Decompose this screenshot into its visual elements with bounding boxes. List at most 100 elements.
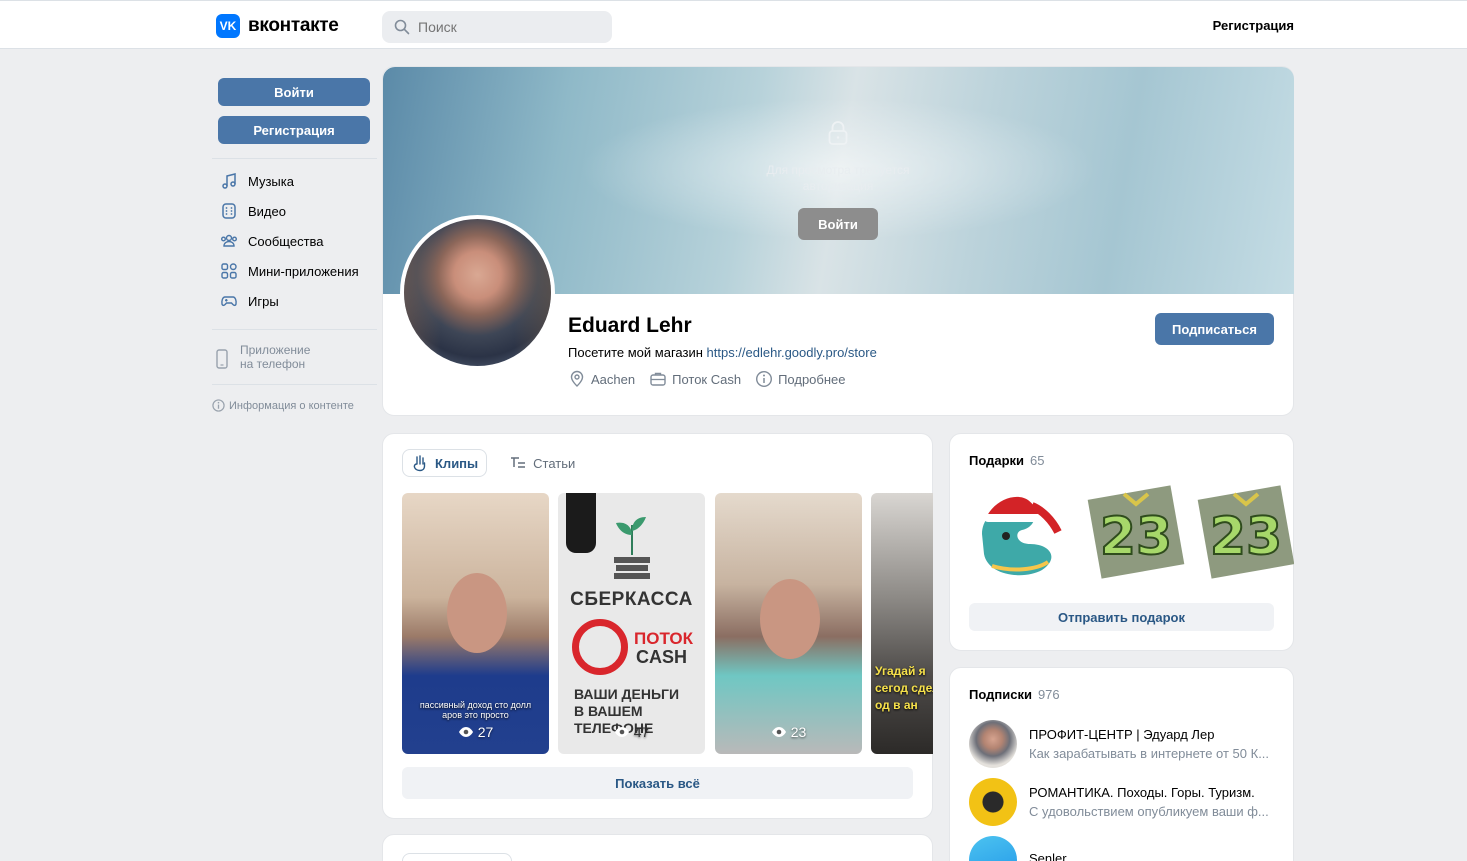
games-icon [221, 296, 237, 307]
clip-tagline-line: В ВАШЕМ [574, 703, 643, 719]
work-label: Поток Cash [672, 371, 742, 387]
wall-card [382, 834, 933, 861]
music-icon [222, 173, 236, 189]
number-23-gift-icon: 23 [1087, 485, 1185, 579]
subscribe-button[interactable]: Подписаться [1155, 313, 1274, 345]
avatar-bg [404, 219, 551, 366]
status-text: Посетите мой магазин [568, 345, 703, 360]
subscription-name: РОМАНТИКА. Походы. Горы. Туризм. [1029, 785, 1255, 800]
clip-item[interactable]: СБЕРКАССА ПОТОК CASH ВАШИ ДЕНЬГИ В ВАШЕМ… [558, 493, 705, 754]
clip-brand-text: СБЕРКАССА [570, 589, 693, 610]
profile-avatar[interactable] [400, 215, 555, 370]
gift-item[interactable] [972, 484, 1072, 580]
phone-app-line2: на телефон [240, 357, 306, 371]
vk-logo-text: вконтакте [248, 15, 339, 36]
mini-apps-icon [221, 263, 237, 279]
subscription-desc: Как зарабатывать в интернете от 50 К... [1029, 746, 1270, 761]
clip-views: 27 [402, 724, 549, 740]
sidebar-register-button[interactable]: Регистрация [218, 116, 370, 144]
clip-item[interactable]: 23 [715, 493, 862, 754]
location-label: Aachen [591, 371, 636, 387]
eye-icon [458, 727, 473, 737]
vk-logo-icon: VK [216, 14, 240, 38]
subscriptions-title: Подписки [969, 687, 1032, 702]
clip-caption: Угадай я сегод сделав од в ан [875, 664, 933, 712]
gift-item[interactable]: 23 [1196, 484, 1294, 580]
communities-icon [221, 234, 237, 247]
left-sidebar: Войти Регистрация Музыка Видео Сообществ… [212, 78, 377, 412]
more-info-item[interactable]: Подробнее [755, 370, 846, 388]
subscription-avatar [969, 778, 1017, 826]
cover-login-button[interactable]: Войти [798, 208, 878, 240]
content-info-label: Информация о контенте [229, 399, 354, 412]
clip-thumbnail-person [760, 579, 820, 659]
phone-app-line1: Приложение [240, 343, 311, 357]
profile-status: Посетите мой магазин https://edlehr.good… [568, 345, 877, 360]
gifts-header[interactable]: Подарки 65 [969, 453, 1045, 468]
subscription-item[interactable]: РОМАНТИКА. Походы. Горы. Туризм. С удово… [969, 778, 1274, 826]
vk-logo[interactable]: VK вконтакте [216, 14, 339, 38]
subscriptions-header[interactable]: Подписки 976 [969, 687, 1060, 702]
sidebar-item-label: Музыка [248, 173, 294, 189]
search-box[interactable] [382, 11, 612, 43]
clip-logo-circle [572, 619, 628, 675]
show-all-clips-button[interactable]: Показать всё [402, 767, 913, 799]
subscription-name: Senler [1029, 850, 1067, 861]
gift-item[interactable]: 23 [1086, 484, 1186, 580]
subscription-item[interactable]: Senler [969, 836, 1274, 861]
sidebar-item-video[interactable]: Видео [212, 196, 377, 226]
lock-icon [828, 121, 848, 145]
tab-clips[interactable]: Клипы [402, 449, 488, 477]
sidebar-item-games[interactable]: Игры [212, 286, 377, 316]
send-gift-button[interactable]: Отправить подарок [969, 603, 1274, 631]
wall-tab[interactable] [402, 853, 512, 861]
snake-gift-icon [982, 496, 1068, 576]
subscription-avatar [969, 836, 1017, 861]
search-input[interactable] [418, 19, 588, 35]
video-icon [222, 203, 236, 219]
briefcase-icon [650, 372, 666, 386]
clips-carousel: пассивный доход сто долл аров это просто… [402, 493, 933, 754]
eye-icon [614, 727, 629, 737]
clips-icon [413, 455, 426, 472]
phone-icon [216, 349, 228, 369]
work-item[interactable]: Поток Cash [649, 370, 741, 388]
lock-text: Для просмотра требуется авторизация [766, 163, 910, 193]
location-item: Aachen [568, 370, 635, 388]
sidebar-item-label: Сообщества [248, 233, 324, 249]
header-register-link[interactable]: Регистрация [1200, 18, 1294, 33]
sidebar-item-mini-apps[interactable]: Мини-приложения [212, 256, 377, 286]
subscription-desc: С удовольствием опубликуем ваши ф... [1029, 804, 1269, 819]
content-tabs: Клипы Статьи [402, 449, 583, 477]
clip-potok-text: ПОТОК [634, 629, 694, 648]
clip-phone-camera [566, 493, 596, 553]
sidebar-login-button[interactable]: Войти [218, 78, 370, 106]
clip-views-count: 47 [633, 724, 650, 740]
sidebar-menu: Музыка Видео Сообщества Мини-приложения … [212, 159, 377, 316]
subscriptions-count: 976 [1037, 687, 1060, 702]
gifts-count: 65 [1030, 453, 1045, 468]
more-info-label: Подробнее [778, 371, 846, 387]
sidebar-divider [212, 329, 377, 330]
sidebar-item-communities[interactable]: Сообщества [212, 226, 377, 256]
clip-item[interactable]: пассивный доход сто долл аров это просто… [402, 493, 549, 754]
phone-app-link[interactable]: Приложение на телефон [212, 343, 377, 371]
sidebar-item-label: Мини-приложения [248, 263, 359, 279]
plant-icon [614, 517, 650, 579]
cover-lock-overlay: Для просмотра требуется авторизация [750, 120, 926, 194]
clip-cash-text: CASH [636, 647, 688, 667]
sidebar-divider [212, 384, 377, 385]
content-info-link[interactable]: Информация о контенте [212, 399, 377, 412]
top-header: VK вконтакте Регистрация [0, 0, 1467, 49]
subscription-item[interactable]: ПРОФИТ-ЦЕНТР | Эдуард Лер Как зарабатыва… [969, 720, 1274, 768]
subscription-avatar [969, 720, 1017, 768]
clip-tagline-line: ВАШИ ДЕНЬГИ [574, 686, 680, 702]
status-link[interactable]: https://edlehr.goodly.pro/store [707, 345, 877, 360]
clip-views-count: 23 [790, 724, 807, 740]
sidebar-item-music[interactable]: Музыка [212, 166, 377, 196]
tab-articles[interactable]: Статьи [501, 449, 583, 477]
clip-item[interactable]: Угадай я сегод сделав од в ан [871, 493, 933, 754]
articles-icon [511, 457, 526, 468]
subscription-name: ПРОФИТ-ЦЕНТР | Эдуард Лер [1029, 727, 1215, 742]
profile-name: Eduard Lehr [568, 314, 692, 337]
